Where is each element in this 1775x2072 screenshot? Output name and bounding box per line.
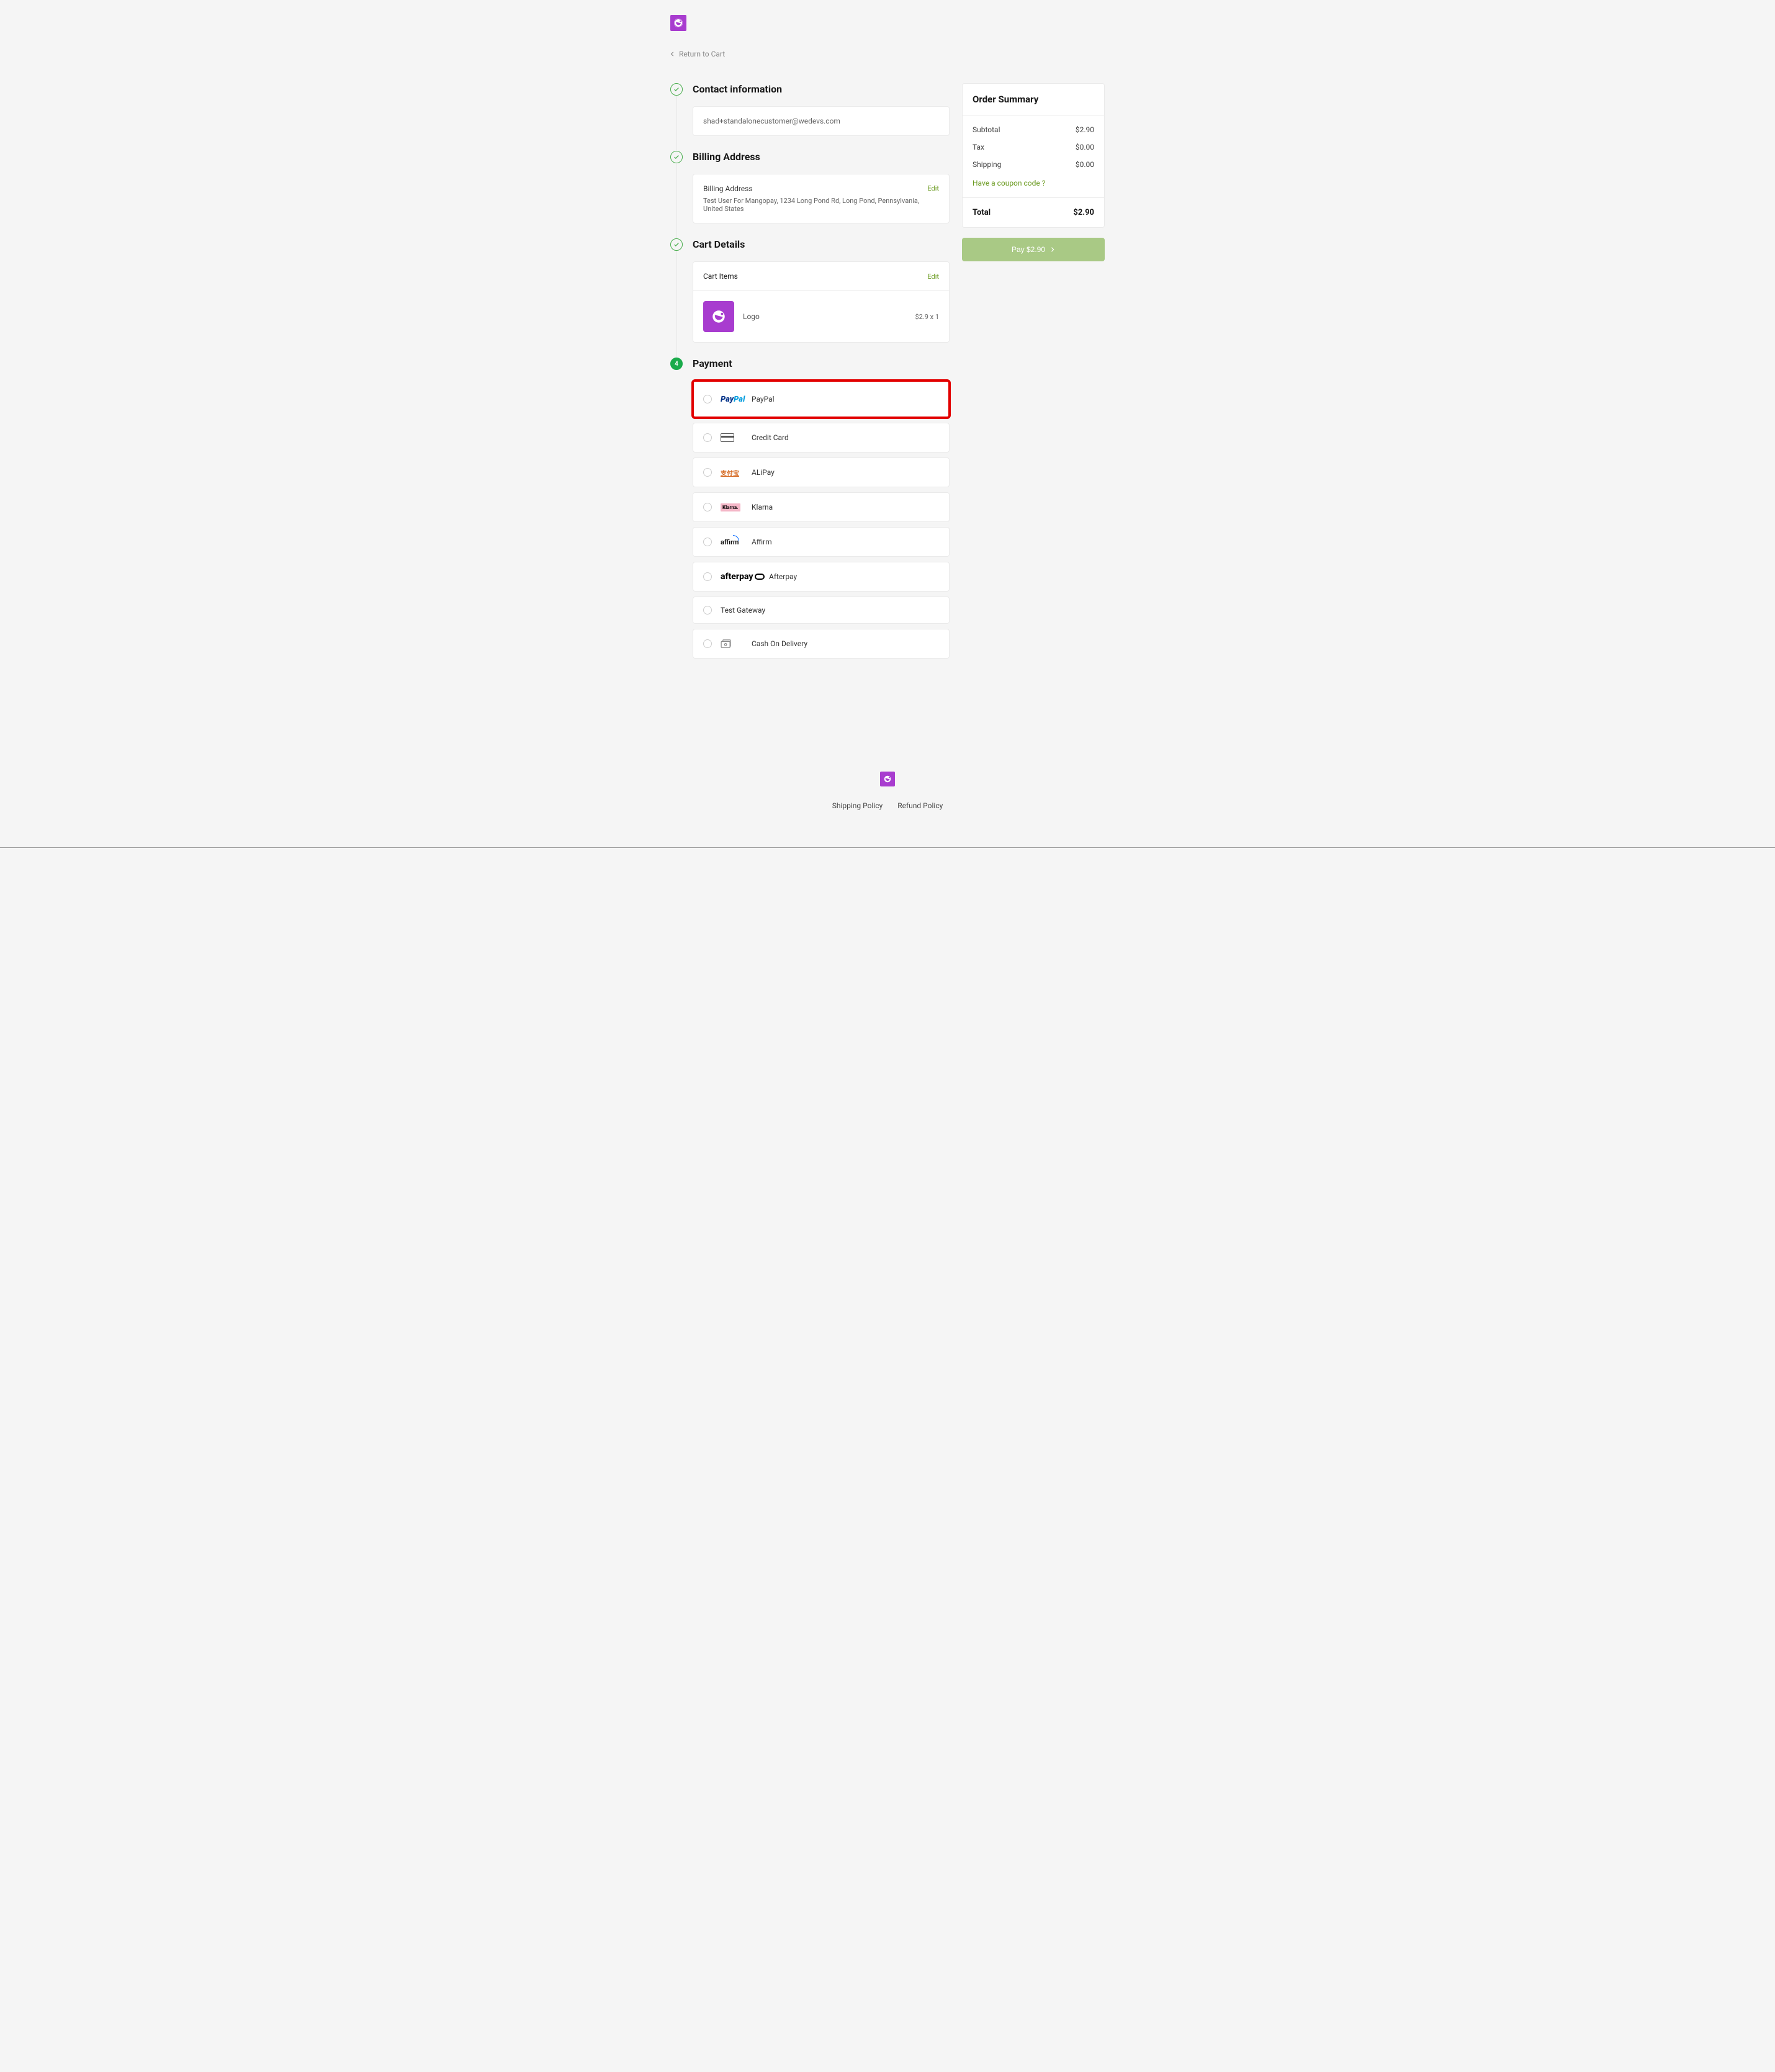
brand-logo [670,15,686,31]
chevron-right-icon [1050,247,1055,252]
check-icon [673,86,680,92]
payment-option-test-gateway[interactable]: Test Gateway [693,597,950,624]
step-cart: Cart Details Cart Items Edit Logo [670,238,950,343]
summary-subtotal-row: Subtotal $2.90 [973,125,1094,134]
summary-total-row: Total $2.90 [963,197,1104,227]
return-label: Return to Cart [679,50,725,58]
cart-items-label: Cart Items [703,272,738,281]
klarna-label: Klarna [752,503,773,511]
step-indicator-active: 4 [670,358,683,370]
payment-option-alipay[interactable]: 支付宝 ALiPay [693,457,950,487]
step-indicator-complete [670,238,683,251]
step-indicator-complete [670,83,683,96]
radio-afterpay[interactable] [703,572,712,581]
alipay-icon: 支付宝 [721,467,743,478]
payment-title: Payment [693,358,950,369]
shipping-policy-link[interactable]: Shipping Policy [832,801,883,810]
billing-details: Test User For Mangopay, 1234 Long Pond R… [703,197,927,213]
chevron-left-icon [670,52,675,56]
billing-label: Billing Address [703,184,927,193]
radio-klarna[interactable] [703,503,712,511]
footer: Shipping Policy Refund Policy [670,753,1105,841]
step-payment: 4 Payment PayPal PayPal [670,358,950,664]
payment-option-afterpay[interactable]: afterpay Afterpay [693,562,950,592]
payment-option-affirm[interactable]: affirm Affirm [693,527,950,557]
billing-title: Billing Address [693,151,950,163]
affirm-icon: affirm [721,536,743,547]
radio-affirm[interactable] [703,538,712,546]
pay-button-label: Pay $2.90 [1012,245,1045,254]
klarna-icon: Klarna. [721,502,743,513]
shipping-value: $0.00 [1076,160,1094,169]
product-logo-icon [711,309,727,325]
step-connector [676,96,677,151]
radio-paypal[interactable] [703,395,712,403]
contact-email: shad+standalonecustomer@wedevs.com [703,117,840,125]
footer-logo [880,772,895,786]
tax-label: Tax [973,143,984,151]
order-summary-card: Order Summary Subtotal $2.90 Tax $0.00 S… [962,83,1105,228]
smiley-logo-icon [673,18,683,28]
tax-value: $0.00 [1076,143,1094,151]
summary-tax-row: Tax $0.00 [973,143,1094,151]
shipping-label: Shipping [973,160,1001,169]
radio-test-gateway[interactable] [703,606,712,615]
cart-item-row: Logo $2.9 x 1 [693,291,949,342]
afterpay-label: Afterpay [769,572,797,581]
step-connector [676,163,677,238]
affirm-label: Affirm [752,538,772,546]
radio-credit-card[interactable] [703,433,712,442]
step-contact: Contact information shad+standalonecusto… [670,83,950,136]
payment-option-credit-card[interactable]: Credit Card [693,423,950,453]
summary-shipping-row: Shipping $0.00 [973,160,1094,169]
subtotal-value: $2.90 [1076,125,1094,134]
summary-title: Order Summary [963,84,1104,115]
billing-card: Billing Address Test User For Mangopay, … [693,174,950,223]
check-icon [673,241,680,248]
edit-billing-link[interactable]: Edit [927,184,939,192]
contact-email-card: shad+standalonecustomer@wedevs.com [693,106,950,136]
cash-icon [721,638,743,649]
paypal-icon: PayPal [721,394,743,405]
step-billing: Billing Address Billing Address Test Use… [670,151,950,223]
cart-item-price: $2.9 x 1 [915,313,939,321]
afterpay-icon: afterpay [721,571,760,582]
step-indicator-complete [670,151,683,163]
total-label: Total [973,208,991,217]
payment-option-paypal[interactable]: PayPal PayPal [693,381,950,418]
credit-card-label: Credit Card [752,433,789,442]
radio-alipay[interactable] [703,468,712,477]
refund-policy-link[interactable]: Refund Policy [897,801,943,810]
contact-title: Contact information [693,83,950,95]
step-number: 4 [675,361,678,367]
cart-item-name: Logo [743,312,906,321]
test-gateway-label: Test Gateway [721,606,765,615]
payment-option-cod[interactable]: Cash On Delivery [693,629,950,659]
page-bottom-border [0,847,1775,848]
check-icon [673,154,680,160]
step-connector [676,251,677,358]
edit-cart-link[interactable]: Edit [927,273,939,281]
smiley-logo-icon [883,775,892,783]
pay-button[interactable]: Pay $2.90 [962,238,1105,261]
return-to-cart-link[interactable]: Return to Cart [670,50,1105,58]
paypal-label: PayPal [752,395,775,403]
payment-option-klarna[interactable]: Klarna. Klarna [693,492,950,522]
subtotal-label: Subtotal [973,125,1000,134]
credit-card-icon [721,432,743,443]
cart-card: Cart Items Edit Logo $2.9 x 1 [693,261,950,343]
alipay-label: ALiPay [752,468,775,477]
coupon-link[interactable]: Have a coupon code ? [963,179,1104,197]
cart-title: Cart Details [693,238,950,250]
total-value: $2.90 [1073,208,1094,217]
cod-label: Cash On Delivery [752,639,807,648]
radio-cod[interactable] [703,639,712,648]
cart-item-image [703,301,734,332]
